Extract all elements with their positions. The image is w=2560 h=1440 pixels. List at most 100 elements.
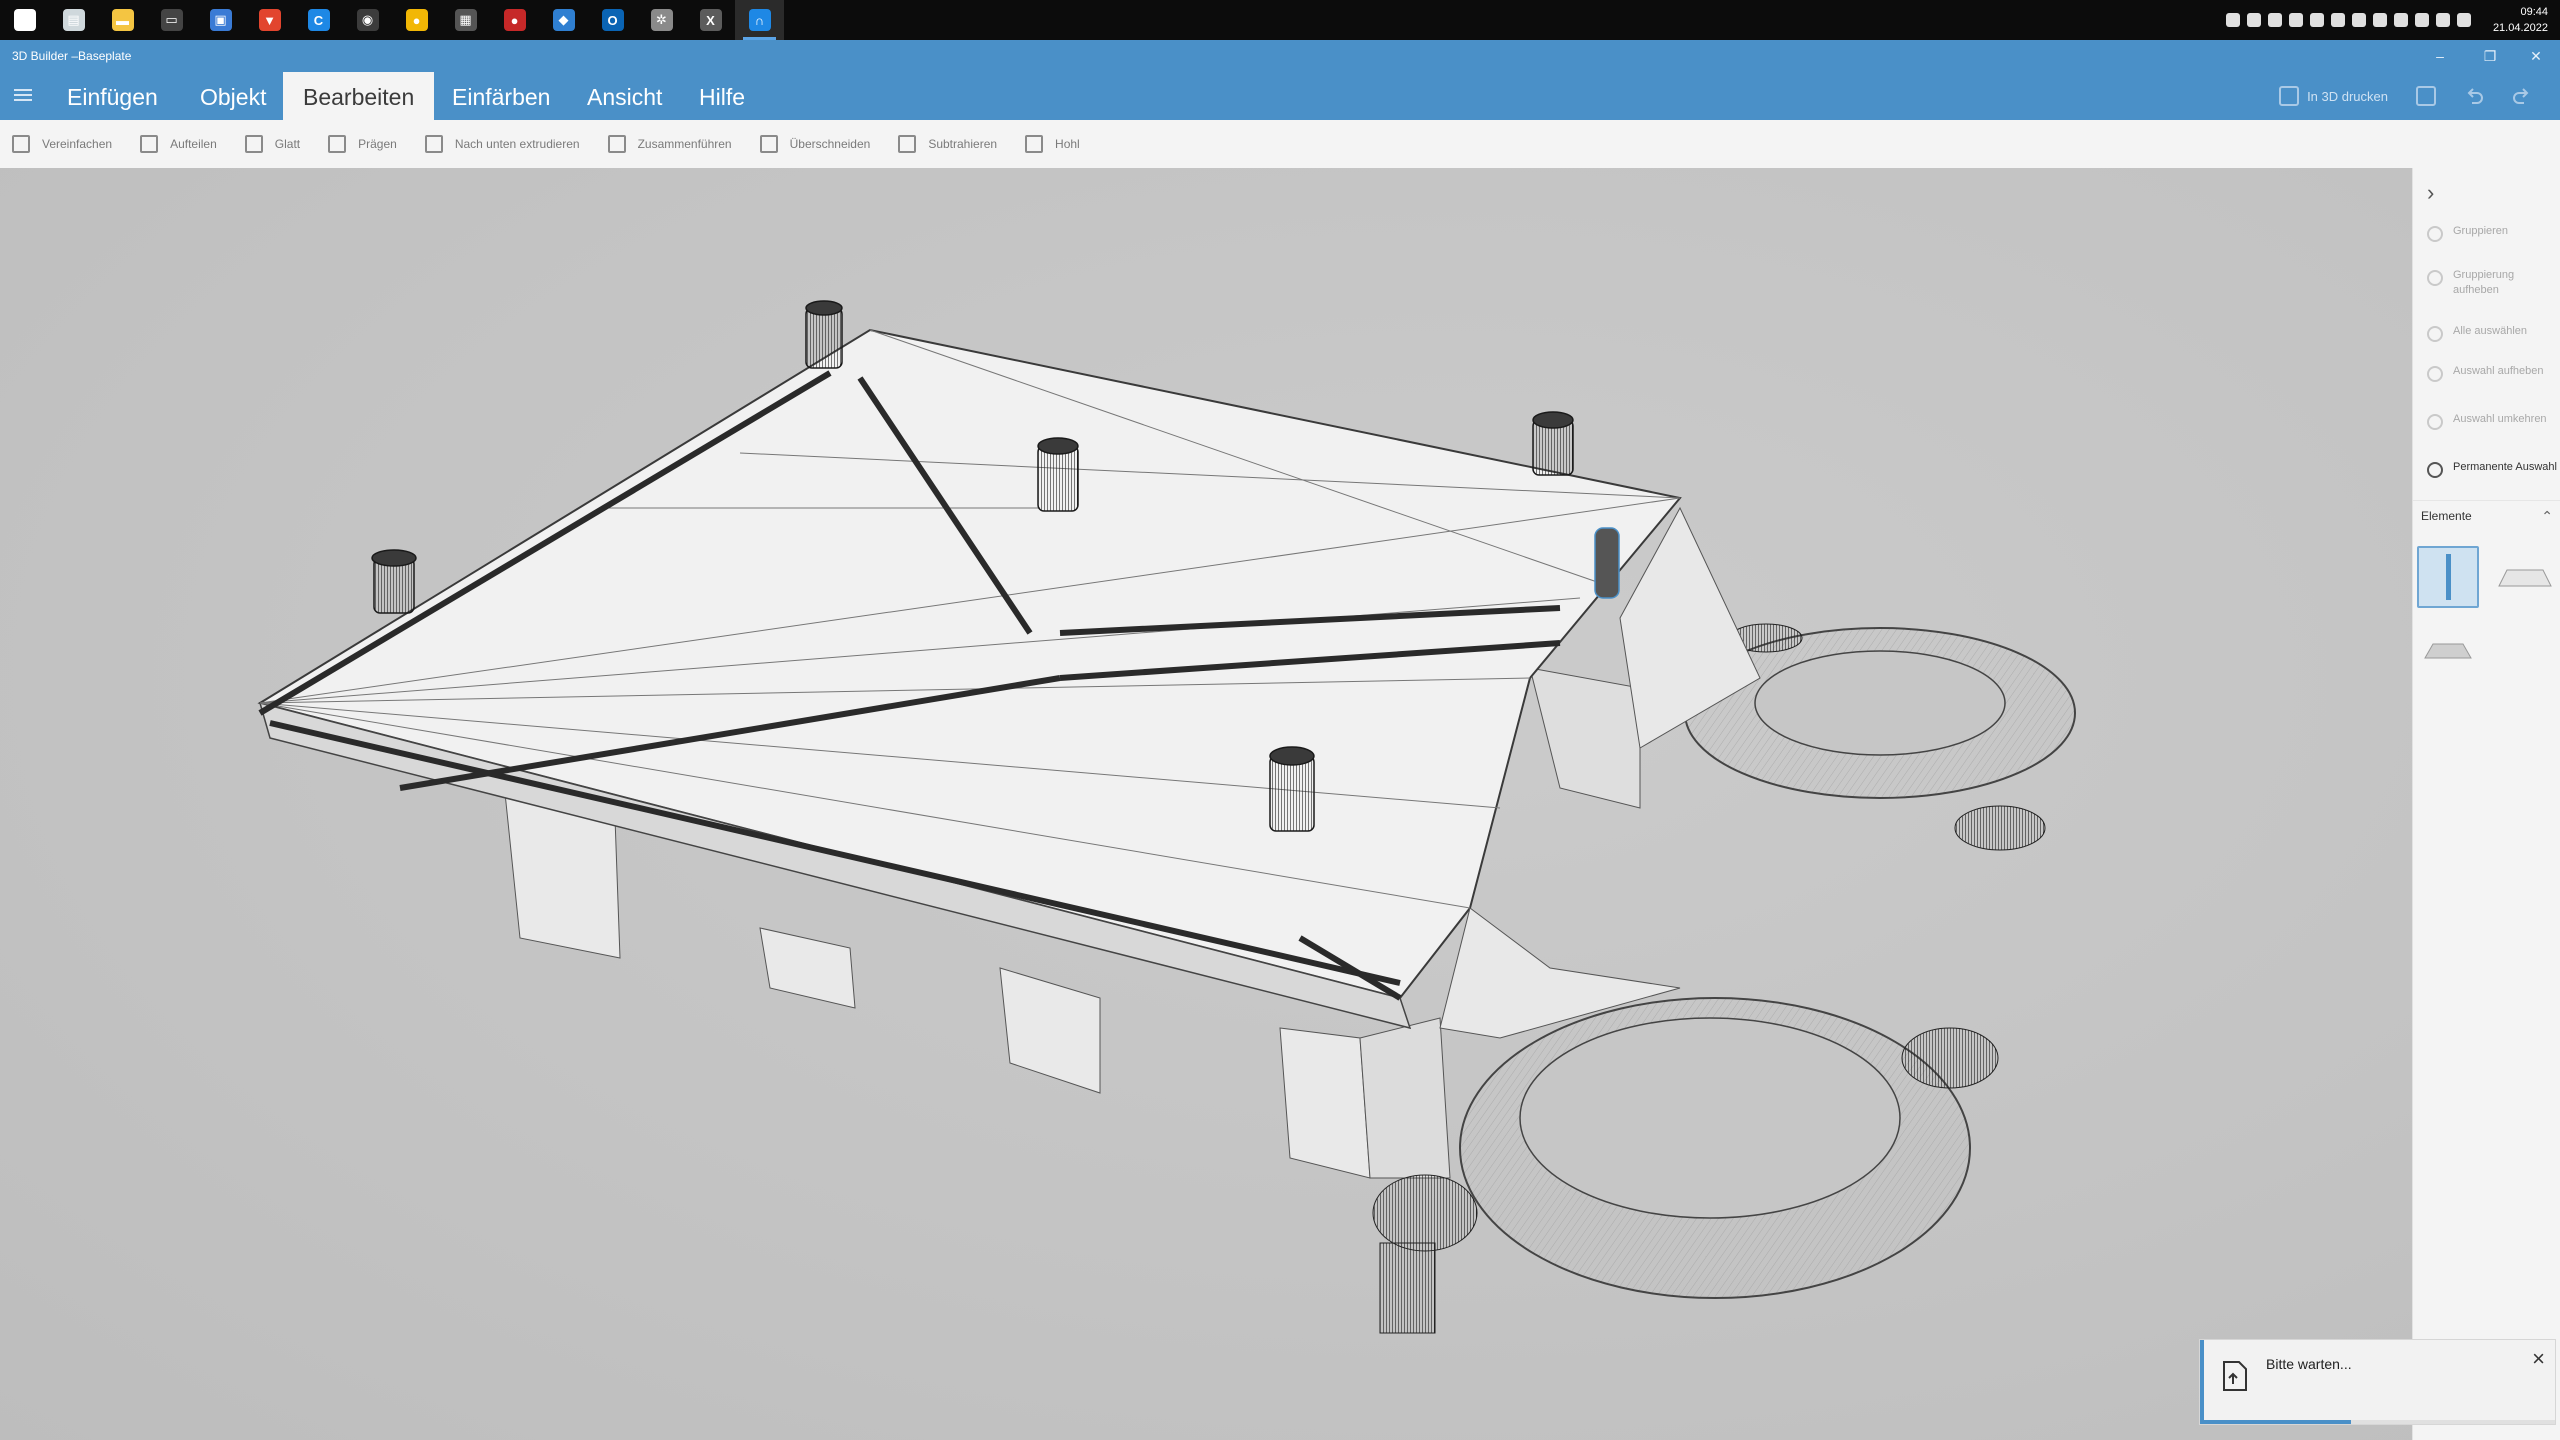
action-label: Auswahl aufheben (2453, 365, 2544, 377)
settings-gear-app-icon[interactable]: ✲ (637, 0, 686, 40)
grid-app-icon-glyph: ▦ (454, 9, 477, 31)
yellow-app-icon-glyph: ● (405, 9, 428, 31)
undo-icon (2467, 88, 2483, 104)
floppy-disk-icon[interactable]: ▣ (196, 0, 245, 40)
tool-label: Überschneiden (789, 137, 871, 151)
progress-toast: Bitte warten... × (2200, 1340, 2555, 1424)
action-label: Auswahl umkehren (2453, 413, 2547, 425)
excel-icon-glyph: X (699, 9, 722, 31)
close-icon[interactable]: × (2532, 1346, 2545, 1372)
tool-smooth[interactable]: Glatt (244, 135, 301, 153)
tab-einfügen[interactable]: Einfügen (47, 72, 178, 120)
hamburger-menu-icon[interactable] (14, 86, 32, 104)
tray-app-icon[interactable] (2268, 13, 2282, 27)
tray-app-icon[interactable] (2226, 13, 2240, 27)
right-panel: › Gruppieren Gruppierung aufheben Alle aus… (2412, 168, 2560, 1440)
action-label: Alle auswählen (2453, 325, 2527, 337)
action-icon (2427, 270, 2443, 286)
tool-subtract[interactable]: Subtrahieren (898, 135, 997, 153)
file-manager-icon[interactable]: ▤ (49, 0, 98, 40)
tray-app-icon[interactable] (2310, 13, 2324, 27)
yellow-app-icon[interactable]: ● (392, 0, 441, 40)
chat-app-icon[interactable]: ◆ (539, 0, 588, 40)
undo-button[interactable] (2464, 86, 2484, 106)
tab-ansicht[interactable]: Ansicht (567, 72, 682, 120)
save-icon (2416, 86, 2436, 106)
print-3d-button[interactable]: In 3D drucken (2279, 86, 2388, 106)
excel-icon[interactable]: X (686, 0, 735, 40)
subtract-icon (898, 135, 917, 153)
title-bar: 3D Builder –Baseplate – ❐ ✕ (0, 40, 2560, 72)
brave-browser-icon[interactable]: ▼ (245, 0, 294, 40)
close-button[interactable]: ✕ (2516, 44, 2556, 68)
elements-header[interactable]: Elemente ⌃ (2413, 500, 2560, 530)
3d-viewport[interactable] (0, 168, 2412, 1440)
action-icon (2427, 414, 2443, 430)
minimize-button[interactable]: – (2420, 44, 2460, 68)
document-export-icon (2223, 1361, 2247, 1391)
folder-icon[interactable]: ▬ (98, 0, 147, 40)
baseplate-model[interactable] (0, 168, 2412, 1440)
save-button[interactable] (2416, 86, 2436, 106)
windows-start-icon[interactable]: ⊞ (0, 0, 49, 40)
panel-action-0[interactable]: Gruppieren (2413, 224, 2560, 242)
tab-hilfe[interactable]: Hilfe (679, 72, 765, 120)
terminal-icon[interactable]: ▭ (147, 0, 196, 40)
tool-split[interactable]: Aufteilen (140, 135, 217, 153)
tray-app-icon[interactable] (2373, 13, 2387, 27)
tab-bearbeiten[interactable]: Bearbeiten (283, 72, 435, 120)
window-title: 3D Builder –Baseplate (12, 49, 132, 63)
panel-action-2[interactable]: Alle auswählen (2413, 324, 2560, 342)
redo-button[interactable] (2512, 86, 2532, 106)
chevron-right-icon[interactable]: › (2427, 182, 2453, 208)
media-player-icon[interactable]: ◉ (343, 0, 392, 40)
tray-app-icon[interactable] (2247, 13, 2261, 27)
tool-hollow[interactable]: Hohl (1025, 135, 1080, 153)
panel-action-4[interactable]: Auswahl umkehren (2413, 412, 2560, 430)
clock[interactable]: 09:44 21.04.2022 (2488, 4, 2548, 36)
tray-app-icon[interactable] (2415, 13, 2429, 27)
tray-app-icon[interactable] (2394, 13, 2408, 27)
outlook-icon[interactable]: O (588, 0, 637, 40)
print-3d-icon (2279, 86, 2300, 106)
ring-upper (1619, 506, 2076, 851)
tray-app-icon[interactable] (2352, 13, 2366, 27)
hollow-icon (1025, 135, 1044, 153)
element-thumbnail-1[interactable] (2417, 546, 2479, 608)
clock-date: 21.04.2022 (2492, 22, 2548, 34)
action-label: Gruppierung aufheben (2453, 269, 2515, 296)
panel-action-3[interactable]: Auswahl aufheben (2413, 364, 2560, 382)
redo-icon (2513, 88, 2529, 104)
tool-label: Glatt (274, 137, 301, 151)
tool-label: Prägen (358, 137, 397, 151)
emboss-star-icon (328, 135, 347, 153)
edit-toolbar: Vereinfachen Aufteilen Glatt Prägen Nach unt… (0, 120, 2560, 168)
element-thumbnail-2[interactable] (2493, 546, 2555, 608)
progress-track (2204, 1420, 2555, 1424)
grid-app-icon[interactable]: ▦ (441, 0, 490, 40)
tool-simplify[interactable]: Vereinfachen (12, 135, 112, 153)
panel-action-5[interactable]: Permanente Auswahl (2413, 460, 2560, 478)
3d-builder-taskbar-icon[interactable]: ∩ (735, 0, 784, 40)
tool-extrude-down[interactable]: Nach unten extrudieren (424, 135, 580, 153)
red-app-icon[interactable]: ● (490, 0, 539, 40)
tool-emboss-star[interactable]: Prägen (328, 135, 397, 153)
element-thumbnail-3[interactable] (2417, 618, 2479, 680)
action-icon (2427, 366, 2443, 382)
tray-app-icon[interactable] (2289, 13, 2303, 27)
terminal-icon-glyph: ▭ (160, 9, 183, 31)
tool-merge[interactable]: Zusammenführen (607, 135, 732, 153)
tab-objekt[interactable]: Objekt (180, 72, 286, 120)
restore-button[interactable]: ❐ (2470, 44, 2510, 68)
tray-app-icon[interactable] (2436, 13, 2450, 27)
3d-builder-taskbar-icon-glyph: ∩ (748, 9, 771, 31)
tray-app-icon[interactable] (2331, 13, 2345, 27)
tray-app-icon[interactable] (2457, 13, 2471, 27)
taskbar: ⊞ ▤ ▬ ▭ ▣ ▼ C ◉ ● ▦ ● ◆ O ✲ X ∩ 09:44 21.04.2022 (0, 0, 2560, 40)
action-icon (2427, 462, 2443, 478)
ccleaner-icon[interactable]: C (294, 0, 343, 40)
chevron-up-icon[interactable]: ⌃ (2541, 501, 2553, 531)
tab-einfärben[interactable]: Einfärben (432, 72, 570, 120)
panel-action-1[interactable]: Gruppierung aufheben (2413, 268, 2560, 298)
tool-intersect[interactable]: Überschneiden (759, 135, 871, 153)
